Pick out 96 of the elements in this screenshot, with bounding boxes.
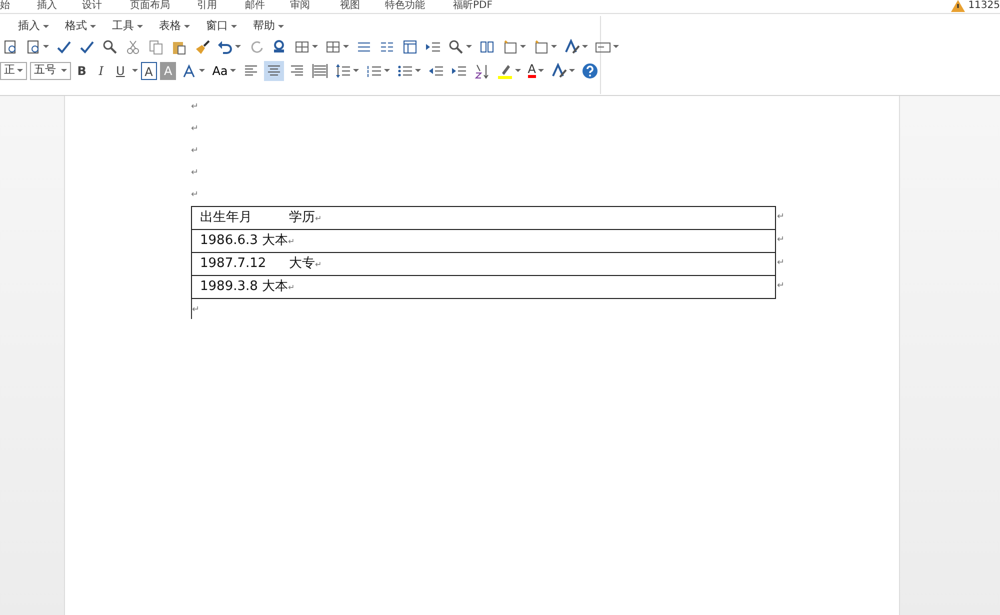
caret-icon <box>17 69 24 72</box>
caret-icon <box>312 45 318 48</box>
caret-icon <box>466 45 472 48</box>
caret-icon <box>137 24 143 28</box>
caret-icon <box>43 24 49 28</box>
menu-item[interactable]: 格式 <box>63 18 98 34</box>
ribbon-tab[interactable]: 邮件 <box>245 0 265 12</box>
row-end-mark: ↵ <box>777 234 785 247</box>
menu-item[interactable]: 窗口 <box>204 18 239 34</box>
paragraph-mark: ↵ <box>191 145 200 158</box>
caret-icon <box>132 69 138 72</box>
caret-icon <box>60 69 67 72</box>
italic-button[interactable]: I <box>93 62 110 80</box>
open-book-icon <box>479 38 495 54</box>
highlighter-icon <box>496 62 513 78</box>
caret-icon <box>520 45 526 48</box>
scissors-icon <box>125 38 141 54</box>
menu-item[interactable]: 表格 <box>157 18 192 34</box>
font-color-button[interactable]: A <box>526 60 546 80</box>
caret-icon <box>278 24 284 28</box>
caret-icon <box>231 24 237 28</box>
shape-icon <box>502 38 518 54</box>
paragraph-mark: ↵ <box>191 189 200 202</box>
ribbon-tab[interactable]: 福昕PDF <box>453 0 492 12</box>
align-left-icon <box>242 62 259 78</box>
ribbon-tab[interactable]: 页面布局 <box>130 0 170 12</box>
caret-icon <box>43 45 49 48</box>
toolbar-button[interactable] <box>562 36 590 56</box>
line-spacing-icon <box>334 62 351 78</box>
menu-item[interactable]: 插入 <box>16 18 51 34</box>
row-end-mark: ↵ <box>777 257 785 270</box>
table-cell: 1987.7.12 大专↵ <box>192 252 776 276</box>
caret-icon <box>568 69 575 72</box>
bullets-icon <box>396 62 413 78</box>
caret-icon <box>551 45 557 48</box>
caret-icon <box>199 69 206 72</box>
page-magnifier-icon <box>25 38 41 54</box>
font-name-value: 正 <box>4 62 15 78</box>
row-end-mark: ↵ <box>777 211 785 224</box>
change-case-button[interactable]: Aa <box>210 60 238 80</box>
caret-icon <box>230 69 236 72</box>
font-size-field[interactable]: 五号 <box>30 62 71 80</box>
shape-icon <box>533 38 549 54</box>
align-center-icon <box>266 62 282 78</box>
account-name: 11325 <box>968 0 1000 12</box>
caret-icon <box>613 45 619 48</box>
font-size-value: 五号 <box>34 62 56 78</box>
caret-icon <box>343 45 349 48</box>
caret-icon <box>184 24 190 28</box>
paragraph-mark: ↵ <box>191 299 201 319</box>
copy-icon <box>148 38 164 54</box>
pen-letter-icon <box>564 38 580 54</box>
caret-icon <box>538 69 544 72</box>
font-name-field[interactable]: 正 <box>0 62 28 80</box>
underline-button[interactable]: U <box>112 62 129 80</box>
window-layout-icon <box>402 38 418 54</box>
paragraph-mark: ↵ <box>191 123 200 136</box>
menu-item[interactable]: 帮助 <box>251 18 286 34</box>
table-cell: 1986.6.3 大本↵ <box>192 230 776 252</box>
warning-icon <box>951 0 966 12</box>
distribute-icon <box>312 62 328 78</box>
ribbon-tab[interactable]: 特色功能 <box>385 0 425 12</box>
paragraph-mark: ↵ <box>191 101 200 114</box>
search-icon <box>448 38 464 54</box>
check-mark-icon <box>56 38 72 54</box>
paragraph-mark: ↵ <box>191 167 200 180</box>
row-end-mark: ↵ <box>777 280 785 293</box>
table-cell: 出生年月 学历↵ <box>192 206 776 230</box>
ribbon-tab[interactable]: 始 <box>0 0 10 12</box>
check-mark-icon <box>79 38 95 54</box>
caret-icon <box>582 45 588 48</box>
search-icon <box>102 38 118 54</box>
caret-icon <box>514 69 521 72</box>
caret-icon <box>235 45 241 48</box>
table-grid-icon <box>294 38 310 54</box>
undo-icon <box>217 38 233 54</box>
ribbon-tab[interactable]: 视图 <box>340 0 360 12</box>
table-cell: 1989.3.8 大本↵ <box>192 276 776 298</box>
paintbrush-icon <box>194 38 210 54</box>
ribbon-tab[interactable]: 插入 <box>37 0 57 12</box>
border-letter-button[interactable]: A <box>140 62 157 80</box>
align-button[interactable] <box>264 60 284 80</box>
sort-icon <box>474 62 490 78</box>
bold-button[interactable]: B <box>74 62 90 80</box>
caret-icon <box>384 69 390 72</box>
help-icon <box>582 62 598 78</box>
caret-icon <box>352 69 359 72</box>
table-grid-icon <box>325 38 341 54</box>
caret-icon <box>90 24 96 28</box>
ribbon-tab[interactable]: 引用 <box>197 0 217 12</box>
letter-effect-icon <box>181 62 198 78</box>
align-right-icon <box>288 62 305 78</box>
ribbon-tab[interactable]: 设计 <box>82 0 102 12</box>
menu-item[interactable]: 工具 <box>110 18 145 34</box>
pen-letter-icon <box>550 62 567 78</box>
caret-icon <box>414 69 421 72</box>
